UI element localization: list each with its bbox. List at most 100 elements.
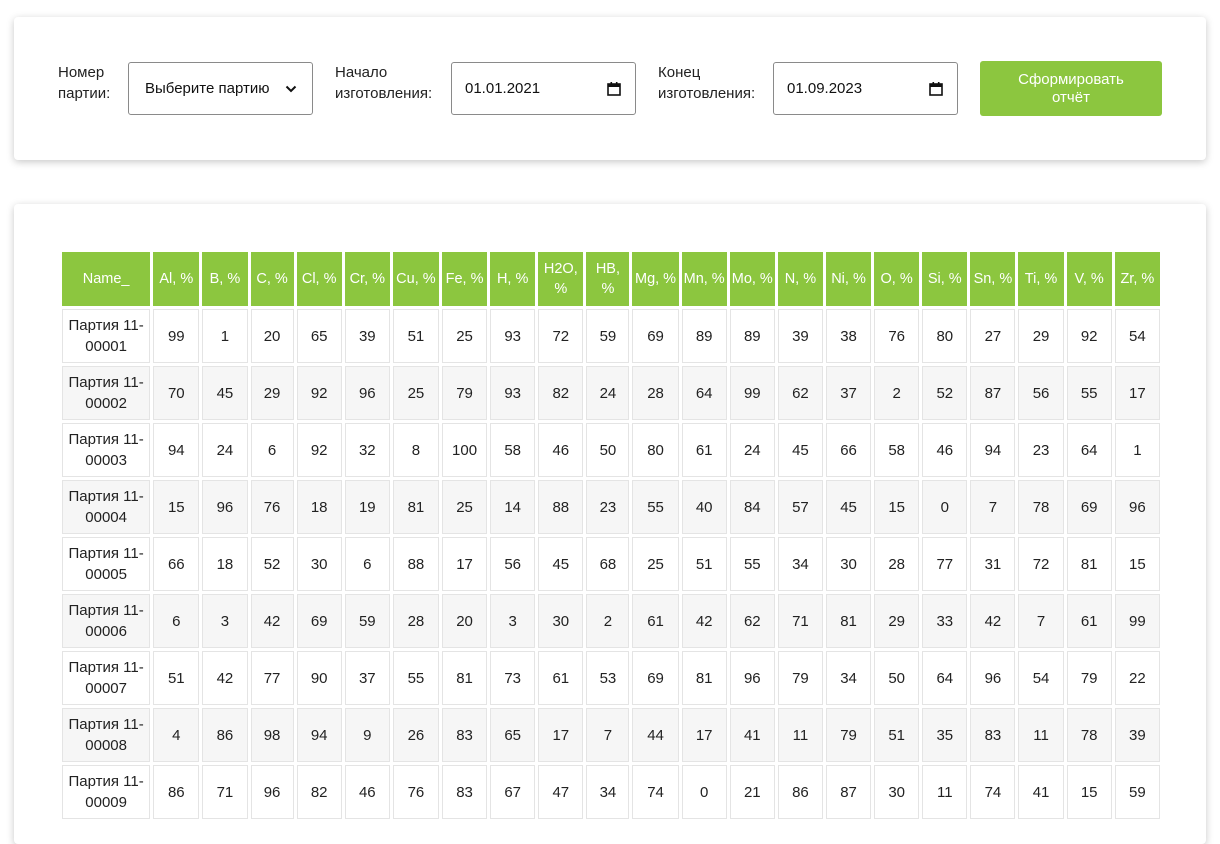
value-cell: 39 <box>344 309 390 363</box>
value-cell: 17 <box>681 708 727 762</box>
value-cell: 61 <box>632 594 679 648</box>
value-cell: 79 <box>1066 651 1112 705</box>
value-cell: 7 <box>970 480 1016 534</box>
value-cell: 25 <box>441 480 488 534</box>
value-cell: 41 <box>729 708 775 762</box>
value-cell: 65 <box>296 309 342 363</box>
value-cell: 93 <box>490 309 536 363</box>
value-cell: 45 <box>202 366 248 420</box>
value-cell: 78 <box>1018 480 1064 534</box>
value-cell: 79 <box>777 651 823 705</box>
value-cell: 84 <box>729 480 775 534</box>
value-cell: 32 <box>344 423 390 477</box>
value-cell: 89 <box>681 309 727 363</box>
value-cell: 55 <box>729 537 775 591</box>
value-cell: 20 <box>441 594 488 648</box>
value-cell: 45 <box>825 480 872 534</box>
value-cell: 30 <box>538 594 584 648</box>
value-cell: 47 <box>538 765 584 819</box>
value-cell: 64 <box>681 366 727 420</box>
value-cell: 45 <box>538 537 584 591</box>
value-cell: 17 <box>538 708 584 762</box>
column-header: H, % <box>490 252 536 306</box>
column-header: Fe, % <box>441 252 488 306</box>
value-cell: 67 <box>490 765 536 819</box>
end-date-input[interactable]: 01.09.2023 <box>773 62 958 115</box>
value-cell: 27 <box>970 309 1016 363</box>
value-cell: 81 <box>441 651 488 705</box>
batch-name-cell: Партия 11-00005 <box>62 537 151 591</box>
column-header: Cu, % <box>392 252 439 306</box>
value-cell: 68 <box>586 537 630 591</box>
value-cell: 70 <box>153 366 200 420</box>
value-cell: 66 <box>153 537 200 591</box>
value-cell: 46 <box>922 423 968 477</box>
column-header: V, % <box>1066 252 1112 306</box>
value-cell: 58 <box>874 423 920 477</box>
calendar-icon[interactable] <box>603 81 625 96</box>
value-cell: 25 <box>441 309 488 363</box>
value-cell: 42 <box>202 651 248 705</box>
value-cell: 51 <box>874 708 920 762</box>
table-header-row: Name_ Al, % B, % C, % Cl, % Cr, % Cu, % Fe, % H,… <box>62 252 1160 306</box>
value-cell: 83 <box>441 708 488 762</box>
value-cell: 66 <box>825 423 872 477</box>
batch-select-value: Выберите партию <box>145 80 270 97</box>
value-cell: 77 <box>922 537 968 591</box>
start-date-input[interactable]: 01.01.2021 <box>451 62 636 115</box>
table-row: Партия 11-00008 4 86 98 94 9 26 83 65 17 7 44 17 41 11… <box>62 708 1160 762</box>
value-cell: 94 <box>970 423 1016 477</box>
value-cell: 96 <box>202 480 248 534</box>
column-header: Cl, % <box>296 252 342 306</box>
value-cell: 61 <box>538 651 584 705</box>
value-cell: 74 <box>970 765 1016 819</box>
value-cell: 69 <box>632 651 679 705</box>
value-cell: 41 <box>1018 765 1064 819</box>
batch-select[interactable]: Выберите партию <box>128 62 313 115</box>
value-cell: 82 <box>296 765 342 819</box>
report-table: Name_ Al, % B, % C, % Cl, % Cr, % Cu, % Fe, % H,… <box>59 249 1163 822</box>
table-row: Партия 11-00002 70 45 29 92 96 25 79 93 82 24 28 64 9… <box>62 366 1160 420</box>
value-cell: 69 <box>296 594 342 648</box>
batch-label: Номер партии: <box>58 64 111 102</box>
value-cell: 29 <box>874 594 920 648</box>
value-cell: 96 <box>344 366 390 420</box>
start-date-label: Начало изготовления: <box>335 64 433 102</box>
batch-name-cell: Партия 11-00002 <box>62 366 151 420</box>
value-cell: 89 <box>729 309 775 363</box>
value-cell: 38 <box>825 309 872 363</box>
calendar-icon[interactable] <box>925 81 947 96</box>
generate-report-button[interactable]: Сформировать отчёт <box>980 61 1162 116</box>
value-cell: 99 <box>153 309 200 363</box>
value-cell: 35 <box>922 708 968 762</box>
value-cell: 81 <box>1066 537 1112 591</box>
value-cell: 96 <box>970 651 1016 705</box>
value-cell: 29 <box>250 366 294 420</box>
value-cell: 33 <box>922 594 968 648</box>
value-cell: 62 <box>729 594 775 648</box>
value-cell: 37 <box>825 366 872 420</box>
value-cell: 34 <box>777 537 823 591</box>
value-cell: 46 <box>344 765 390 819</box>
batch-name-cell: Партия 11-00007 <box>62 651 151 705</box>
value-cell: 57 <box>777 480 823 534</box>
value-cell: 51 <box>681 537 727 591</box>
value-cell: 79 <box>825 708 872 762</box>
value-cell: 59 <box>1114 765 1160 819</box>
value-cell: 40 <box>681 480 727 534</box>
table-row: Партия 11-00004 15 96 76 18 19 81 25 14 88 23 55 40 8… <box>62 480 1160 534</box>
column-header: H2O, % <box>538 252 584 306</box>
column-header: Mg, % <box>632 252 679 306</box>
value-cell: 15 <box>1066 765 1112 819</box>
value-cell: 64 <box>1066 423 1112 477</box>
value-cell: 88 <box>392 537 439 591</box>
value-cell: 90 <box>296 651 342 705</box>
value-cell: 94 <box>296 708 342 762</box>
value-cell: 34 <box>586 765 630 819</box>
column-header: O, % <box>874 252 920 306</box>
value-cell: 30 <box>296 537 342 591</box>
batch-name-cell: Партия 11-00004 <box>62 480 151 534</box>
value-cell: 28 <box>874 537 920 591</box>
value-cell: 31 <box>970 537 1016 591</box>
value-cell: 86 <box>153 765 200 819</box>
